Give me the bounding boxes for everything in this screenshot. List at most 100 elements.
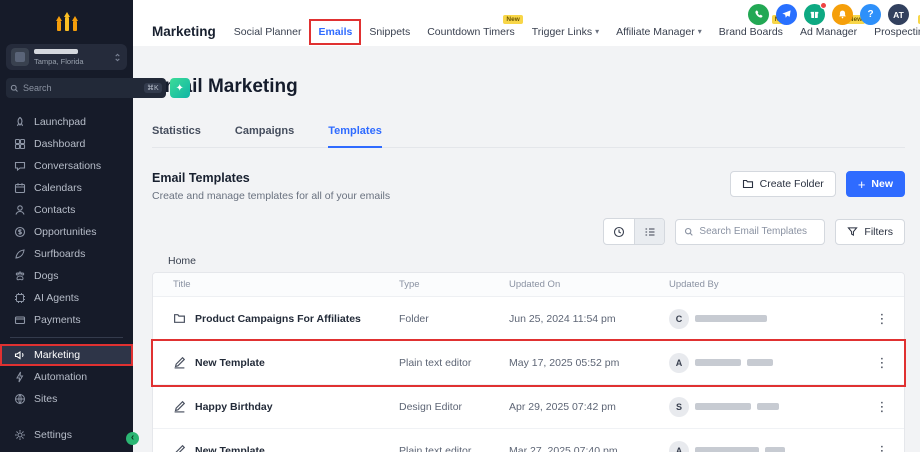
tab-emails[interactable]: Emails	[311, 21, 359, 43]
question-mark-icon: ?	[867, 9, 873, 20]
sidebar-collapse-button[interactable]: ‹	[126, 432, 139, 445]
redacted-user-name	[747, 359, 773, 366]
rewards-button[interactable]	[804, 4, 825, 25]
location-switcher[interactable]: Tampa, Florida	[6, 44, 127, 70]
notifications-button[interactable]	[832, 4, 853, 25]
sidebar-item-dogs[interactable]: Dogs	[0, 265, 133, 287]
tab-snippets[interactable]: Snippets	[369, 26, 410, 38]
row-menu-button[interactable]: ⋮	[870, 355, 895, 371]
user-icon	[14, 204, 26, 216]
location-city: Tampa, Florida	[34, 57, 108, 66]
pencil-icon	[173, 356, 186, 369]
template-title: New Template	[195, 357, 265, 369]
templates-table: Title Type Updated On Updated By Product…	[152, 272, 905, 452]
chat-bubble-icon	[14, 160, 26, 172]
sidebar-item-surfboards[interactable]: Surfboards	[0, 243, 133, 265]
sidebar-item-contacts[interactable]: Contacts	[0, 199, 133, 221]
template-search-box[interactable]	[675, 219, 825, 245]
section-title: Email Templates	[152, 171, 390, 185]
new-badge: New	[503, 15, 522, 24]
section-actions: Create Folder + New	[730, 171, 905, 197]
sidebar-divider	[10, 337, 123, 338]
sidebar-item-payments[interactable]: Payments	[0, 309, 133, 331]
tab-affiliate-manager[interactable]: Affiliate Manager▾	[616, 26, 702, 38]
sidebar-item-label: Conversations	[34, 160, 101, 172]
template-title: New Template	[195, 445, 265, 452]
main-area: Marketing Social Planner Emails Snippets…	[133, 0, 920, 452]
ai-assistant-button[interactable]: ✦	[170, 78, 190, 98]
tab-prospecting[interactable]: ProspectingNew	[874, 26, 920, 38]
row-menu-button[interactable]: ⋮	[870, 399, 895, 415]
sidebar-item-label: Automation	[34, 371, 87, 383]
list-icon	[644, 226, 656, 238]
updated-on: Jun 25, 2024 11:54 pm	[509, 313, 669, 325]
tab-countdown-timers[interactable]: Countdown TimersNew	[427, 26, 515, 38]
gift-icon	[809, 9, 820, 20]
credit-card-icon	[14, 314, 26, 326]
sidebar-item-opportunities[interactable]: Opportunities	[0, 221, 133, 243]
view-toggle	[603, 218, 665, 245]
topbar-title: Marketing	[152, 24, 216, 39]
topbar-icon-cluster: ? AT	[748, 4, 909, 25]
tab-ad-manager[interactable]: Ad ManagerNew	[800, 26, 857, 38]
sidebar-item-label: Opportunities	[34, 226, 96, 238]
pencil-icon	[173, 400, 186, 413]
list-view-button[interactable]	[634, 219, 664, 244]
redacted-location-name	[34, 49, 78, 54]
folder-icon	[173, 312, 186, 325]
sidebar-search-box[interactable]: ⌘K	[6, 78, 166, 98]
template-title: Happy Birthday	[195, 401, 273, 413]
template-search-input[interactable]	[699, 226, 816, 237]
sidebar-item-automation[interactable]: Automation	[0, 366, 133, 388]
keyboard-shortcut: ⌘K	[144, 83, 162, 93]
redacted-user-name	[695, 447, 759, 452]
user-avatar[interactable]: AT	[888, 4, 909, 25]
sidebar-item-sites[interactable]: Sites	[0, 388, 133, 410]
sidebar-item-settings[interactable]: Settings	[0, 424, 133, 446]
tab-trigger-links[interactable]: Trigger Links▾	[532, 26, 599, 38]
help-button[interactable]: ?	[860, 4, 881, 25]
sidebar-item-label: Contacts	[34, 204, 75, 216]
location-info: Tampa, Florida	[34, 49, 108, 66]
tab-campaigns[interactable]: Campaigns	[235, 125, 294, 147]
sidebar-item-launchpad[interactable]: Launchpad	[0, 111, 133, 133]
table-header-row: Title Type Updated On Updated By	[153, 273, 904, 297]
table-row[interactable]: Product Campaigns For Affiliates Folder …	[153, 297, 904, 341]
phone-button[interactable]	[748, 4, 769, 25]
row-menu-button[interactable]: ⋮	[870, 311, 895, 327]
search-icon	[684, 227, 694, 237]
tab-brand-boards[interactable]: Brand BoardsNew	[719, 26, 783, 38]
sidebar-search-input[interactable]	[23, 83, 140, 93]
launch-button[interactable]	[776, 4, 797, 25]
new-button[interactable]: + New	[846, 171, 905, 197]
clock-icon	[613, 226, 625, 238]
sidebar-item-dashboard[interactable]: Dashboard	[0, 133, 133, 155]
phone-icon	[753, 9, 764, 20]
tab-statistics[interactable]: Statistics	[152, 125, 201, 147]
table-row[interactable]: New Template Plain text editor May 17, 2…	[153, 341, 904, 385]
filters-button[interactable]: Filters	[835, 219, 905, 245]
row-menu-button[interactable]: ⋮	[870, 443, 895, 452]
sidebar-item-marketing[interactable]: Marketing	[0, 344, 133, 366]
paw-icon	[14, 270, 26, 282]
sidebar-item-ai-agents[interactable]: AI Agents	[0, 287, 133, 309]
table-row[interactable]: New Template Plain text editor Mar 27, 2…	[153, 429, 904, 452]
sidebar-item-calendars[interactable]: Calendars	[0, 177, 133, 199]
sidebar-item-label: Dogs	[34, 270, 59, 282]
tab-templates[interactable]: Templates	[328, 125, 382, 148]
table-row[interactable]: Happy Birthday Design Editor Apr 29, 202…	[153, 385, 904, 429]
template-type: Design Editor	[399, 401, 509, 413]
sidebar-item-conversations[interactable]: Conversations	[0, 155, 133, 177]
recent-view-button[interactable]	[604, 219, 634, 244]
create-folder-button[interactable]: Create Folder	[730, 171, 836, 197]
user-initial-avatar: C	[669, 309, 689, 329]
sidebar-search-row: ⌘K ✦	[6, 78, 127, 98]
section-subtitle: Create and manage templates for all of y…	[152, 190, 390, 202]
lightning-icon	[14, 371, 26, 383]
tab-social-planner[interactable]: Social Planner	[234, 26, 302, 38]
redacted-user-name	[765, 447, 785, 452]
updated-on: Apr 29, 2025 07:42 pm	[509, 401, 669, 413]
launchpad-icon	[14, 116, 26, 128]
breadcrumb[interactable]: Home	[168, 255, 905, 267]
sidebar-item-label: Payments	[34, 314, 81, 326]
